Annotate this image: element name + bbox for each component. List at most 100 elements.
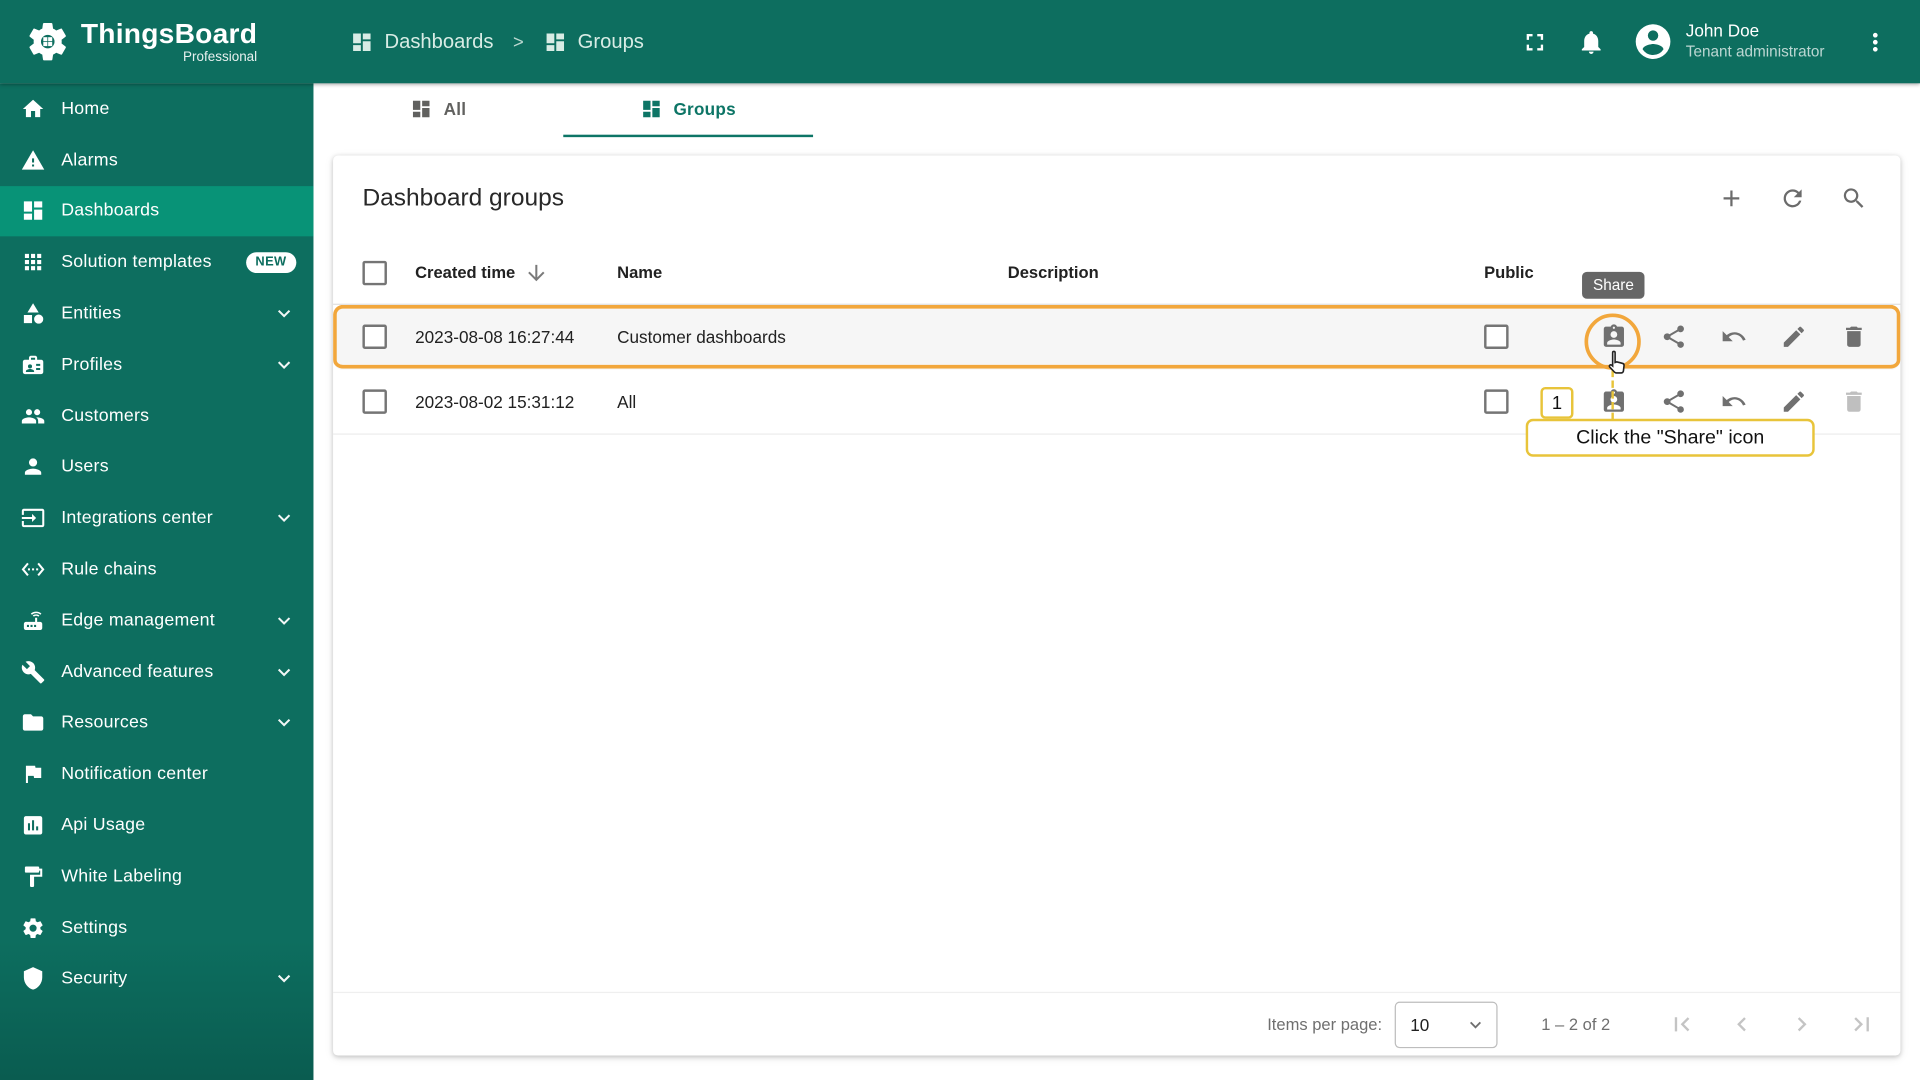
tab-all[interactable]: All	[313, 83, 563, 137]
notifications-button[interactable]	[1563, 13, 1619, 69]
sidebar-item-notification-center[interactable]: Notification center	[0, 749, 313, 800]
api-usage-icon	[21, 813, 45, 837]
page-size-select[interactable]: 10	[1394, 1001, 1498, 1048]
profiles-icon	[21, 353, 45, 377]
previous-page-icon	[1727, 1010, 1755, 1038]
avatar[interactable]	[1632, 21, 1674, 63]
breadcrumb-groups[interactable]: Groups	[543, 30, 644, 53]
breadcrumb-dashboards[interactable]: Dashboards	[350, 30, 493, 53]
sidebar-item-security[interactable]: Security	[0, 953, 313, 1004]
column-created-time[interactable]: Created time	[402, 260, 605, 284]
tab-bar: All Groups	[313, 83, 1920, 138]
cell-name: Customer dashboards	[617, 326, 786, 347]
chevron-down-icon	[272, 353, 296, 377]
sidebar-item-profiles[interactable]: Profiles	[0, 339, 313, 390]
resources-icon	[21, 711, 45, 735]
settings-icon	[21, 915, 45, 939]
cell-created-time: 2023-08-08 16:27:44	[415, 326, 575, 347]
tab-label: Groups	[673, 99, 736, 119]
all-tab-icon	[411, 98, 433, 120]
last-page-button[interactable]	[1847, 1010, 1876, 1039]
notification-center-icon	[21, 762, 45, 786]
sidebar-item-users[interactable]: Users	[0, 442, 313, 493]
fullscreen-button[interactable]	[1507, 13, 1563, 69]
cell-created-time: 2023-08-02 15:31:12	[415, 391, 575, 412]
edit-pencil-icon	[1780, 388, 1807, 415]
undo-icon	[1720, 388, 1747, 415]
sidebar-item-entities[interactable]: Entities	[0, 288, 313, 339]
sidebar-item-alarms[interactable]: Alarms	[0, 134, 313, 185]
make-private-button[interactable]	[1719, 322, 1748, 351]
paginator: Items per page: 10 1 – 2 of 2	[333, 991, 1901, 1056]
public-checkbox[interactable]	[1484, 324, 1509, 349]
account-circle-icon	[1632, 21, 1674, 63]
trash-icon	[1840, 323, 1867, 350]
row-checkbox[interactable]	[362, 324, 387, 349]
sidebar-item-white-labeling[interactable]: White Labeling	[0, 851, 313, 902]
sidebar-item-customers[interactable]: Customers	[0, 390, 313, 441]
trash-icon	[1840, 388, 1867, 415]
more-menu-button[interactable]	[1847, 13, 1903, 69]
sidebar-item-api-usage[interactable]: Api Usage	[0, 800, 313, 851]
sidebar-item-settings[interactable]: Settings	[0, 902, 313, 953]
plus-icon	[1718, 185, 1745, 212]
make-public-button[interactable]	[1659, 387, 1688, 416]
integrations-icon	[21, 506, 45, 530]
breadcrumb-label: Dashboards	[384, 30, 494, 53]
make-public-button[interactable]	[1659, 322, 1688, 351]
security-icon	[21, 967, 45, 991]
page-range: 1 – 2 of 2	[1541, 1015, 1611, 1034]
next-page-button[interactable]	[1787, 1010, 1816, 1039]
white-labeling-icon	[21, 864, 45, 888]
app-logo[interactable]: ThingsBoard Professional	[0, 18, 313, 65]
cursor-icon	[1604, 349, 1633, 378]
new-badge: NEW	[245, 251, 297, 273]
cell-name: All	[617, 391, 637, 412]
previous-page-button[interactable]	[1727, 1010, 1756, 1039]
make-private-button[interactable]	[1719, 387, 1748, 416]
user-menu[interactable]: John Doe Tenant administrator	[1686, 21, 1825, 62]
row-checkbox[interactable]	[362, 389, 387, 414]
sidebar-item-home[interactable]: Home	[0, 83, 313, 134]
edit-button[interactable]	[1779, 322, 1808, 351]
sidebar-item-integrations-center[interactable]: Integrations center	[0, 493, 313, 544]
table-row-customer-dashboards[interactable]: 2023-08-08 16:27:44 Customer dashboards	[333, 304, 1901, 370]
chevron-down-icon	[1464, 1013, 1486, 1035]
page-title: Dashboard groups	[362, 184, 564, 212]
alarms-icon	[21, 148, 45, 172]
annotation-label: Click the "Share" icon	[1525, 418, 1815, 457]
search-icon	[1840, 185, 1867, 212]
edit-button[interactable]	[1779, 387, 1808, 416]
last-page-icon	[1847, 1010, 1875, 1038]
user-name: John Doe	[1685, 21, 1760, 41]
delete-button[interactable]	[1839, 322, 1868, 351]
groups-tab-icon	[640, 98, 662, 120]
sidebar-item-dashboards[interactable]: Dashboards	[0, 185, 314, 237]
advanced-features-icon	[21, 660, 45, 684]
sidebar-item-edge-management[interactable]: Edge management	[0, 595, 313, 646]
chevron-down-icon	[272, 506, 296, 530]
share-icon	[1660, 388, 1687, 415]
refresh-button[interactable]	[1771, 176, 1815, 220]
sidebar-item-advanced-features[interactable]: Advanced features	[0, 646, 313, 697]
table-header: Created time Name Description Public	[333, 241, 1901, 305]
select-all-checkbox[interactable]	[362, 260, 387, 285]
undo-icon	[1720, 323, 1747, 350]
public-checkbox[interactable]	[1484, 389, 1509, 414]
app: ThingsBoard Professional Dashboards > Gr…	[0, 0, 1920, 1080]
next-page-icon	[1787, 1010, 1815, 1038]
sidebar-item-rule-chains[interactable]: Rule chains	[0, 544, 313, 595]
logo-title: ThingsBoard	[80, 16, 258, 49]
sidebar-item-resources[interactable]: Resources	[0, 697, 313, 748]
delete-button[interactable]	[1839, 387, 1868, 416]
sidebar-item-solution-templates[interactable]: Solution templates NEW	[0, 237, 313, 288]
main-content: All Groups Dashboard groups Created time…	[313, 83, 1920, 1080]
first-page-button[interactable]	[1667, 1010, 1696, 1039]
column-name[interactable]: Name	[605, 263, 994, 281]
chevron-down-icon	[272, 967, 296, 991]
search-button[interactable]	[1832, 176, 1876, 220]
column-description[interactable]: Description	[994, 263, 1469, 281]
dashboards-icon	[350, 30, 373, 53]
tab-groups[interactable]: Groups	[563, 83, 814, 138]
add-group-button[interactable]	[1709, 176, 1753, 220]
